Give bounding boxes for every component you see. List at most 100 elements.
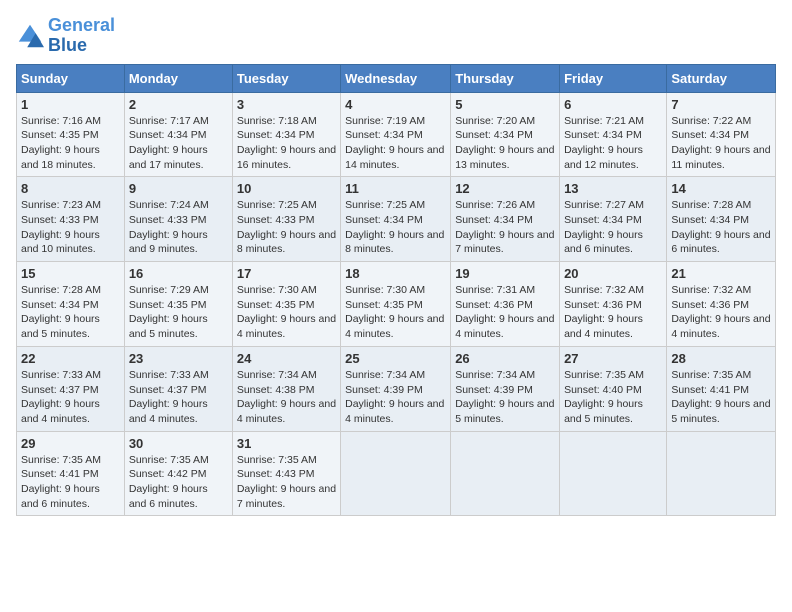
calendar-cell [341, 431, 451, 516]
weekday-header-tuesday: Tuesday [232, 64, 340, 92]
weekday-header-friday: Friday [560, 64, 667, 92]
calendar-cell: 27 Sunrise: 7:35 AM Sunset: 4:40 PM Dayl… [560, 346, 667, 431]
day-number: 20 [564, 266, 662, 281]
calendar-cell: 1 Sunrise: 7:16 AM Sunset: 4:35 PM Dayli… [17, 92, 125, 177]
weekday-header-thursday: Thursday [451, 64, 560, 92]
day-number: 12 [455, 181, 555, 196]
page-header: General Blue [16, 16, 776, 56]
day-number: 3 [237, 97, 336, 112]
day-number: 8 [21, 181, 120, 196]
day-info: Sunrise: 7:16 AM Sunset: 4:35 PM Dayligh… [21, 114, 120, 173]
calendar-cell: 22 Sunrise: 7:33 AM Sunset: 4:37 PM Dayl… [17, 346, 125, 431]
day-info: Sunrise: 7:35 AM Sunset: 4:43 PM Dayligh… [237, 453, 336, 512]
day-number: 10 [237, 181, 336, 196]
calendar-cell: 28 Sunrise: 7:35 AM Sunset: 4:41 PM Dayl… [667, 346, 776, 431]
day-number: 25 [345, 351, 446, 366]
day-info: Sunrise: 7:35 AM Sunset: 4:40 PM Dayligh… [564, 368, 662, 427]
day-info: Sunrise: 7:24 AM Sunset: 4:33 PM Dayligh… [129, 198, 228, 257]
day-info: Sunrise: 7:28 AM Sunset: 4:34 PM Dayligh… [21, 283, 120, 342]
calendar-cell: 16 Sunrise: 7:29 AM Sunset: 4:35 PM Dayl… [124, 262, 232, 347]
day-number: 23 [129, 351, 228, 366]
calendar-cell: 14 Sunrise: 7:28 AM Sunset: 4:34 PM Dayl… [667, 177, 776, 262]
calendar-week-5: 29 Sunrise: 7:35 AM Sunset: 4:41 PM Dayl… [17, 431, 776, 516]
day-info: Sunrise: 7:33 AM Sunset: 4:37 PM Dayligh… [129, 368, 228, 427]
calendar-cell: 4 Sunrise: 7:19 AM Sunset: 4:34 PM Dayli… [341, 92, 451, 177]
calendar-cell: 23 Sunrise: 7:33 AM Sunset: 4:37 PM Dayl… [124, 346, 232, 431]
day-number: 22 [21, 351, 120, 366]
day-info: Sunrise: 7:19 AM Sunset: 4:34 PM Dayligh… [345, 114, 446, 173]
day-number: 11 [345, 181, 446, 196]
day-info: Sunrise: 7:21 AM Sunset: 4:34 PM Dayligh… [564, 114, 662, 173]
calendar-cell: 29 Sunrise: 7:35 AM Sunset: 4:41 PM Dayl… [17, 431, 125, 516]
weekday-header-monday: Monday [124, 64, 232, 92]
day-info: Sunrise: 7:22 AM Sunset: 4:34 PM Dayligh… [671, 114, 771, 173]
calendar-table: SundayMondayTuesdayWednesdayThursdayFrid… [16, 64, 776, 517]
day-info: Sunrise: 7:34 AM Sunset: 4:39 PM Dayligh… [455, 368, 555, 427]
day-number: 26 [455, 351, 555, 366]
day-info: Sunrise: 7:30 AM Sunset: 4:35 PM Dayligh… [237, 283, 336, 342]
calendar-cell: 13 Sunrise: 7:27 AM Sunset: 4:34 PM Dayl… [560, 177, 667, 262]
day-info: Sunrise: 7:20 AM Sunset: 4:34 PM Dayligh… [455, 114, 555, 173]
day-number: 30 [129, 436, 228, 451]
day-number: 1 [21, 97, 120, 112]
day-number: 24 [237, 351, 336, 366]
calendar-cell: 17 Sunrise: 7:30 AM Sunset: 4:35 PM Dayl… [232, 262, 340, 347]
calendar-cell: 24 Sunrise: 7:34 AM Sunset: 4:38 PM Dayl… [232, 346, 340, 431]
calendar-cell: 6 Sunrise: 7:21 AM Sunset: 4:34 PM Dayli… [560, 92, 667, 177]
calendar-cell: 30 Sunrise: 7:35 AM Sunset: 4:42 PM Dayl… [124, 431, 232, 516]
calendar-header: SundayMondayTuesdayWednesdayThursdayFrid… [17, 64, 776, 92]
calendar-cell: 31 Sunrise: 7:35 AM Sunset: 4:43 PM Dayl… [232, 431, 340, 516]
day-info: Sunrise: 7:23 AM Sunset: 4:33 PM Dayligh… [21, 198, 120, 257]
calendar-cell: 9 Sunrise: 7:24 AM Sunset: 4:33 PM Dayli… [124, 177, 232, 262]
day-info: Sunrise: 7:25 AM Sunset: 4:33 PM Dayligh… [237, 198, 336, 257]
calendar-week-2: 8 Sunrise: 7:23 AM Sunset: 4:33 PM Dayli… [17, 177, 776, 262]
day-info: Sunrise: 7:17 AM Sunset: 4:34 PM Dayligh… [129, 114, 228, 173]
day-info: Sunrise: 7:26 AM Sunset: 4:34 PM Dayligh… [455, 198, 555, 257]
day-number: 9 [129, 181, 228, 196]
weekday-header-wednesday: Wednesday [341, 64, 451, 92]
day-info: Sunrise: 7:29 AM Sunset: 4:35 PM Dayligh… [129, 283, 228, 342]
day-number: 31 [237, 436, 336, 451]
weekday-header-sunday: Sunday [17, 64, 125, 92]
day-number: 21 [671, 266, 771, 281]
day-info: Sunrise: 7:27 AM Sunset: 4:34 PM Dayligh… [564, 198, 662, 257]
calendar-cell: 25 Sunrise: 7:34 AM Sunset: 4:39 PM Dayl… [341, 346, 451, 431]
day-number: 4 [345, 97, 446, 112]
day-info: Sunrise: 7:32 AM Sunset: 4:36 PM Dayligh… [671, 283, 771, 342]
day-info: Sunrise: 7:35 AM Sunset: 4:41 PM Dayligh… [21, 453, 120, 512]
day-info: Sunrise: 7:35 AM Sunset: 4:42 PM Dayligh… [129, 453, 228, 512]
calendar-cell: 10 Sunrise: 7:25 AM Sunset: 4:33 PM Dayl… [232, 177, 340, 262]
day-number: 17 [237, 266, 336, 281]
day-number: 5 [455, 97, 555, 112]
day-number: 28 [671, 351, 771, 366]
day-number: 18 [345, 266, 446, 281]
day-info: Sunrise: 7:31 AM Sunset: 4:36 PM Dayligh… [455, 283, 555, 342]
day-info: Sunrise: 7:28 AM Sunset: 4:34 PM Dayligh… [671, 198, 771, 257]
day-number: 6 [564, 97, 662, 112]
day-info: Sunrise: 7:33 AM Sunset: 4:37 PM Dayligh… [21, 368, 120, 427]
day-number: 29 [21, 436, 120, 451]
calendar-week-3: 15 Sunrise: 7:28 AM Sunset: 4:34 PM Dayl… [17, 262, 776, 347]
day-info: Sunrise: 7:34 AM Sunset: 4:39 PM Dayligh… [345, 368, 446, 427]
day-number: 14 [671, 181, 771, 196]
calendar-cell: 11 Sunrise: 7:25 AM Sunset: 4:34 PM Dayl… [341, 177, 451, 262]
day-info: Sunrise: 7:25 AM Sunset: 4:34 PM Dayligh… [345, 198, 446, 257]
logo-icon [16, 22, 44, 50]
calendar-week-1: 1 Sunrise: 7:16 AM Sunset: 4:35 PM Dayli… [17, 92, 776, 177]
day-number: 16 [129, 266, 228, 281]
day-number: 15 [21, 266, 120, 281]
logo-text: General Blue [48, 16, 115, 56]
calendar-cell: 2 Sunrise: 7:17 AM Sunset: 4:34 PM Dayli… [124, 92, 232, 177]
calendar-cell: 20 Sunrise: 7:32 AM Sunset: 4:36 PM Dayl… [560, 262, 667, 347]
calendar-cell: 15 Sunrise: 7:28 AM Sunset: 4:34 PM Dayl… [17, 262, 125, 347]
calendar-cell: 18 Sunrise: 7:30 AM Sunset: 4:35 PM Dayl… [341, 262, 451, 347]
calendar-cell [667, 431, 776, 516]
day-number: 13 [564, 181, 662, 196]
day-number: 2 [129, 97, 228, 112]
calendar-cell: 12 Sunrise: 7:26 AM Sunset: 4:34 PM Dayl… [451, 177, 560, 262]
day-info: Sunrise: 7:32 AM Sunset: 4:36 PM Dayligh… [564, 283, 662, 342]
day-info: Sunrise: 7:34 AM Sunset: 4:38 PM Dayligh… [237, 368, 336, 427]
calendar-cell: 8 Sunrise: 7:23 AM Sunset: 4:33 PM Dayli… [17, 177, 125, 262]
calendar-week-4: 22 Sunrise: 7:33 AM Sunset: 4:37 PM Dayl… [17, 346, 776, 431]
day-info: Sunrise: 7:35 AM Sunset: 4:41 PM Dayligh… [671, 368, 771, 427]
